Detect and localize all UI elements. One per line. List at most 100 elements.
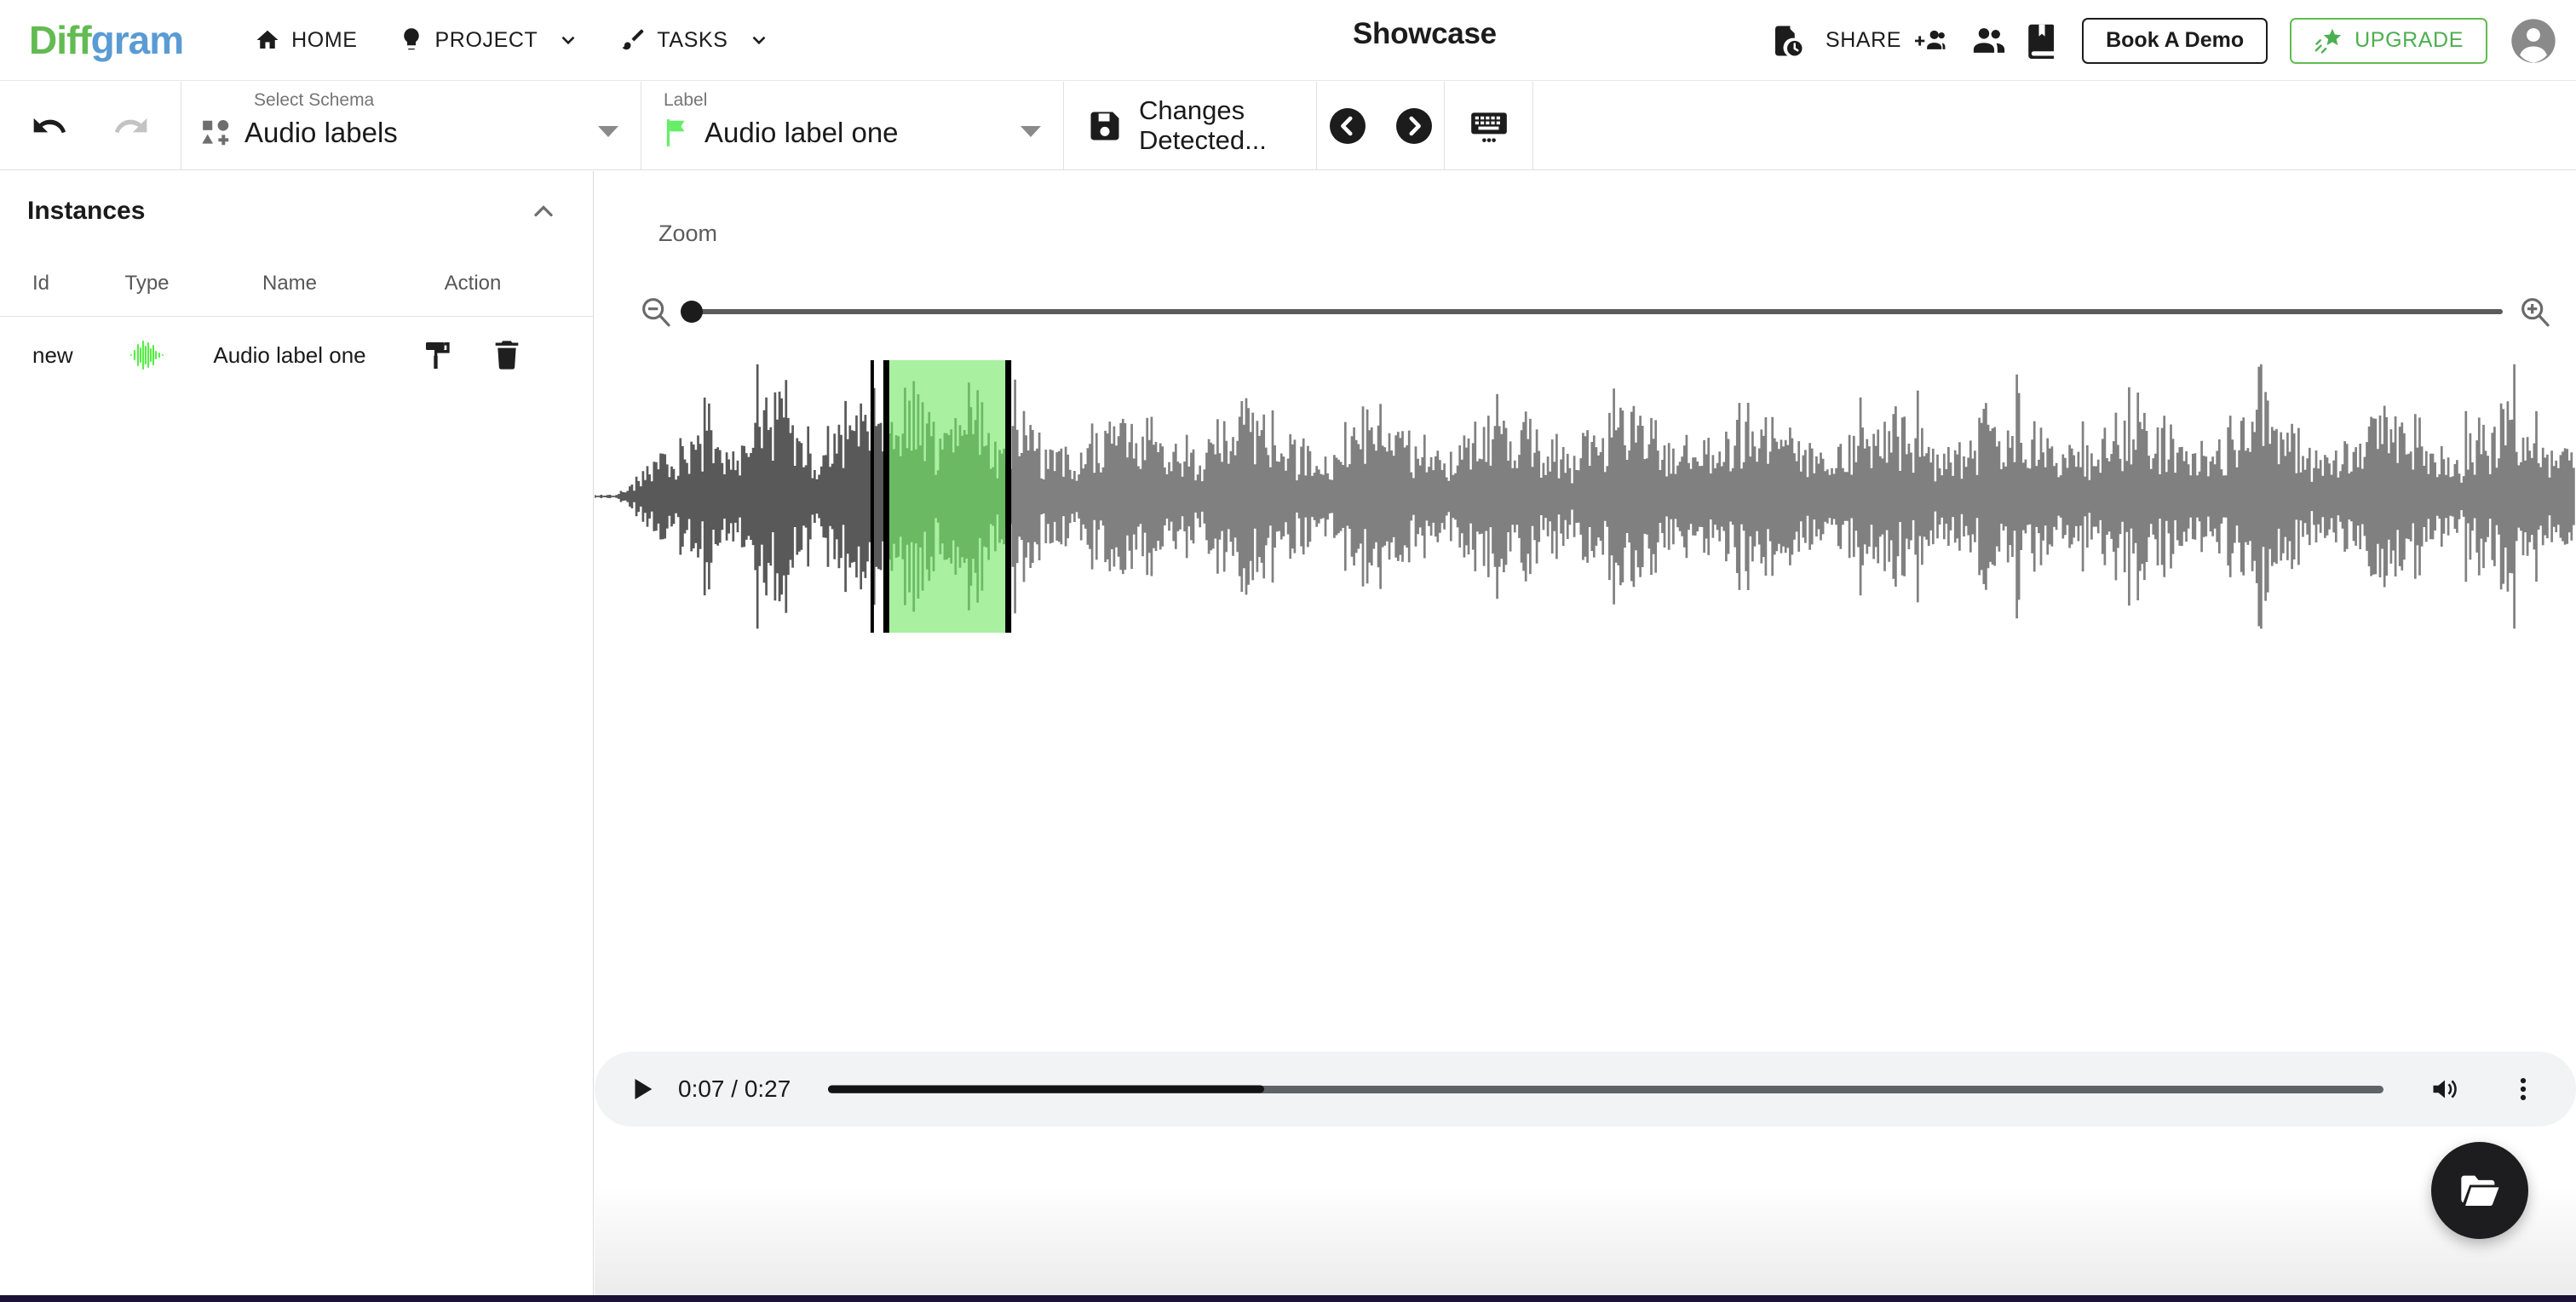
nav-label-home: HOME xyxy=(291,28,357,53)
guide-button[interactable] xyxy=(2015,14,2068,67)
flag-icon xyxy=(660,116,693,150)
paint-roller-icon[interactable] xyxy=(422,338,456,372)
logo-part-b: gram xyxy=(91,17,183,63)
instance-type xyxy=(102,341,192,370)
waveform-bars-unselected-left xyxy=(595,364,885,628)
playback-progress-bar[interactable] xyxy=(828,1072,2383,1106)
editor-toolbar: Select Schema Audio labels Label Audio l… xyxy=(0,82,2576,170)
trash-icon[interactable] xyxy=(490,338,524,372)
bottom-accent-bar xyxy=(0,1295,2576,1302)
chevron-down-icon xyxy=(557,29,579,51)
instances-header[interactable]: Instances xyxy=(0,171,593,250)
chevron-left-circle-icon xyxy=(1327,106,1368,146)
undo-redo-group xyxy=(0,82,181,169)
folder-open-icon xyxy=(2458,1168,2502,1213)
column-header-type: Type xyxy=(102,272,192,295)
nav-label-tasks: TASKS xyxy=(657,28,727,53)
schema-select-value: Audio labels xyxy=(244,117,398,149)
members-button[interactable] xyxy=(1963,14,2015,67)
shooting-star-icon xyxy=(2314,26,2343,55)
zoom-slider-thumb[interactable] xyxy=(681,301,703,323)
book-icon xyxy=(2025,23,2059,59)
upgrade-button[interactable]: UPGRADE xyxy=(2290,18,2487,64)
save-line-2: Detected... xyxy=(1139,125,1267,155)
playhead-cursor[interactable] xyxy=(871,360,874,633)
column-header-action: Action xyxy=(388,272,558,295)
people-icon xyxy=(1971,25,2007,57)
nav-label-project: PROJECT xyxy=(435,28,538,53)
audio-editor: Zoom xyxy=(595,171,2576,1302)
logo-part-a: Diff xyxy=(29,17,91,63)
waveform-svg[interactable] xyxy=(595,360,2576,633)
redo-icon xyxy=(112,107,150,145)
history-button[interactable] xyxy=(1761,14,1814,67)
next-file-button[interactable] xyxy=(1394,106,1435,146)
instances-panel: Instances Id Type Name Action new xyxy=(0,171,594,1302)
waveform-bars-unselected-right xyxy=(1011,364,2574,628)
zoom-out-button[interactable] xyxy=(639,295,673,329)
page-title: Instances xyxy=(27,197,145,226)
zoom-in-button[interactable] xyxy=(2518,295,2552,329)
main-nav: HOME PROJECT TASKS xyxy=(234,19,790,61)
book-a-demo-button[interactable]: Book A Demo xyxy=(2082,18,2268,64)
label-select-value: Audio label one xyxy=(704,117,899,149)
undo-icon xyxy=(31,107,68,145)
save-status-text: Changes Detected... xyxy=(1139,96,1267,155)
table-row[interactable]: new xyxy=(0,317,593,393)
diffgram-logo[interactable]: Diffgram xyxy=(29,17,183,63)
chevron-down-icon xyxy=(598,126,618,137)
waveform-canvas[interactable] xyxy=(595,360,2576,633)
zoom-out-icon xyxy=(639,295,673,329)
share-button[interactable]: SHARE xyxy=(1814,20,1958,62)
save-changes-button[interactable]: Changes Detected... xyxy=(1064,82,1317,169)
keyboard-icon xyxy=(1468,106,1510,146)
chevron-down-icon xyxy=(748,29,770,51)
audio-player: 0:07 / 0:27 xyxy=(595,1052,2576,1127)
previous-file-button[interactable] xyxy=(1327,106,1368,146)
nav-item-project[interactable]: PROJECT xyxy=(378,19,601,61)
zoom-label: Zoom xyxy=(658,221,717,247)
column-header-name: Name xyxy=(192,272,388,295)
selection-handle-right[interactable] xyxy=(1005,360,1011,633)
chevron-right-circle-icon xyxy=(1394,106,1435,146)
header-actions: SHARE Book A Demo UPGRADE xyxy=(1761,0,2557,81)
undo-button[interactable] xyxy=(31,107,68,145)
label-select-label: Label xyxy=(664,90,707,111)
keyboard-shortcuts-button[interactable] xyxy=(1445,82,1533,169)
account-circle-icon xyxy=(2510,17,2557,65)
volume-up-icon xyxy=(2429,1074,2460,1104)
play-button[interactable] xyxy=(617,1064,668,1115)
nav-item-tasks[interactable]: TASKS xyxy=(600,19,790,61)
save-icon xyxy=(1086,107,1124,145)
brush-icon xyxy=(620,27,646,53)
column-header-id: Id xyxy=(0,272,102,295)
redo-button[interactable] xyxy=(112,107,150,145)
person-add-icon xyxy=(1913,26,1946,55)
chevron-up-icon[interactable] xyxy=(528,196,559,227)
upgrade-label: UPGRADE xyxy=(2355,28,2464,53)
home-icon xyxy=(255,27,280,53)
schema-select[interactable]: Select Schema Audio labels xyxy=(181,82,641,169)
instances-table-header: Id Type Name Action xyxy=(0,250,593,317)
more-options-button[interactable] xyxy=(2499,1065,2547,1113)
zoom-slider[interactable] xyxy=(692,295,2503,329)
instance-actions xyxy=(388,338,558,372)
progress-fill xyxy=(828,1086,1263,1093)
chevron-down-icon xyxy=(1021,126,1041,137)
file-navigation-group xyxy=(1317,82,1445,169)
volume-button[interactable] xyxy=(2421,1065,2469,1113)
more-vert-icon xyxy=(2510,1075,2536,1104)
selection-handle-left[interactable] xyxy=(883,360,889,633)
lightbulb-icon xyxy=(399,27,424,53)
schema-select-label: Select Schema xyxy=(254,90,374,111)
play-icon xyxy=(628,1075,657,1104)
open-files-button[interactable] xyxy=(2431,1142,2528,1239)
share-label: SHARE xyxy=(1826,28,1901,53)
label-select[interactable]: Label Audio label one xyxy=(641,82,1064,169)
document-title: Showcase xyxy=(1353,17,1497,51)
instance-id: new xyxy=(0,342,102,369)
avatar[interactable] xyxy=(2510,17,2557,65)
instance-name: Audio label one xyxy=(192,342,388,369)
nav-item-home[interactable]: HOME xyxy=(234,19,377,61)
schema-shapes-icon xyxy=(200,117,233,149)
